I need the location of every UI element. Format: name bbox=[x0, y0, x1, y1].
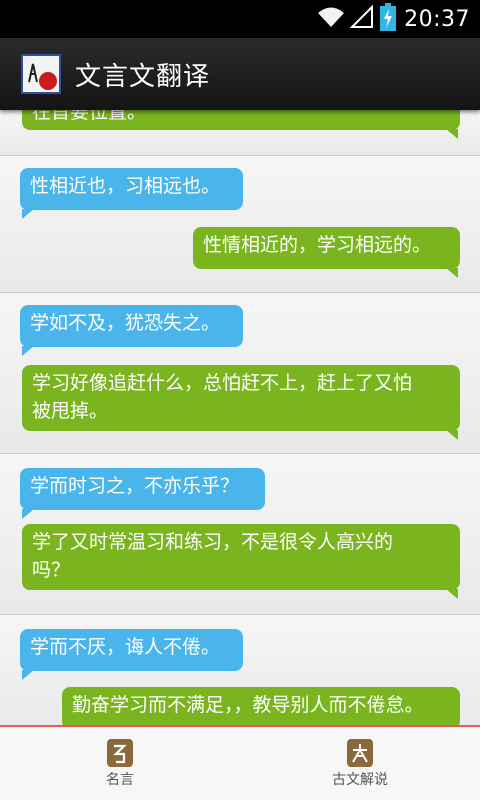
answer-bubble: 在首要位置。 bbox=[22, 110, 460, 139]
question-bubble: 性相近也，习相远也。 bbox=[20, 168, 243, 219]
list-item[interactable]: 学如不及，犹恐失之。 学习好像追赶什么，总怕赶不上，赶上了又怕 被甩掉。 bbox=[0, 293, 480, 454]
answer-text: 勤奋学习而不满足，，教导别人而不倦怠。 bbox=[72, 694, 424, 716]
answer-bubble: 性情相近的，学习相远的。 bbox=[193, 227, 460, 278]
answer-text-line: 学习好像追赶什么，总怕赶不上，赶上了又怕 bbox=[32, 372, 413, 394]
question-text: 学而时习之，不亦乐乎？ bbox=[30, 475, 240, 497]
answer-text-line: 吗？ bbox=[32, 559, 71, 581]
list-item[interactable]: 在首要位置。 bbox=[0, 110, 480, 156]
signal-icon bbox=[349, 4, 374, 33]
question-text: 性相近也，习相远也。 bbox=[30, 175, 221, 197]
list-item[interactable]: 学而不厌，诲人不倦。 勤奋学习而不满足，，教导别人而不倦怠。 bbox=[0, 615, 480, 725]
answer-bubble: 学了又时常温习和练习，不是很令人高兴的 吗？ bbox=[22, 524, 460, 599]
tab-quotes[interactable]: 名言 bbox=[0, 727, 240, 800]
answer-bubble: 勤奋学习而不满足，，教导别人而不倦怠。 bbox=[62, 687, 460, 725]
question-bubble: 学如不及，犹恐失之。 bbox=[20, 305, 243, 356]
battery-charging-icon bbox=[380, 3, 397, 35]
answer-text-line: 被甩掉。 bbox=[32, 400, 109, 422]
status-bar: 20:37 bbox=[0, 0, 480, 38]
tab-quotes-label: 名言 bbox=[106, 772, 134, 788]
wifi-icon bbox=[316, 5, 346, 33]
bottom-nav: 名言 古文解说 bbox=[0, 725, 480, 800]
translation-list[interactable]: 在首要位置。 性相近也，习相远也。 性情相近的，学习相远的。 学如不及，犹恐失之… bbox=[0, 110, 480, 725]
question-text: 学如不及，犹恐失之。 bbox=[30, 312, 221, 334]
list-item[interactable]: 学而时习之，不亦乐乎？ 学了又时常温习和练习，不是很令人高兴的 吗？ bbox=[0, 454, 480, 615]
quotes-icon bbox=[107, 739, 133, 767]
answer-text: 性情相近的，学习相远的。 bbox=[203, 234, 432, 256]
app-title: 文言文翻译 bbox=[75, 61, 211, 92]
answer-text: 在首要位置。 bbox=[32, 110, 147, 123]
app-logo-icon[interactable] bbox=[21, 54, 61, 94]
status-time: 20:37 bbox=[404, 6, 470, 32]
answer-text-line: 学了又时常温习和练习，不是很令人高兴的 bbox=[32, 531, 394, 553]
question-bubble: 学而不厌，诲人不倦。 bbox=[20, 629, 243, 680]
action-bar: 文言文翻译 bbox=[0, 38, 480, 110]
status-icons: 20:37 bbox=[316, 0, 470, 38]
answer-bubble: 学习好像追赶什么，总怕赶不上，赶上了又怕 被甩掉。 bbox=[22, 365, 460, 440]
list-item[interactable]: 性相近也，习相远也。 性情相近的，学习相远的。 bbox=[0, 156, 480, 293]
classical-text-icon bbox=[347, 739, 373, 767]
tab-classical-explanations-label: 古文解说 bbox=[332, 772, 388, 788]
question-text: 学而不厌，诲人不倦。 bbox=[30, 636, 221, 658]
question-bubble: 学而时习之，不亦乐乎？ bbox=[20, 468, 265, 519]
tab-classical-explanations[interactable]: 古文解说 bbox=[240, 727, 480, 800]
